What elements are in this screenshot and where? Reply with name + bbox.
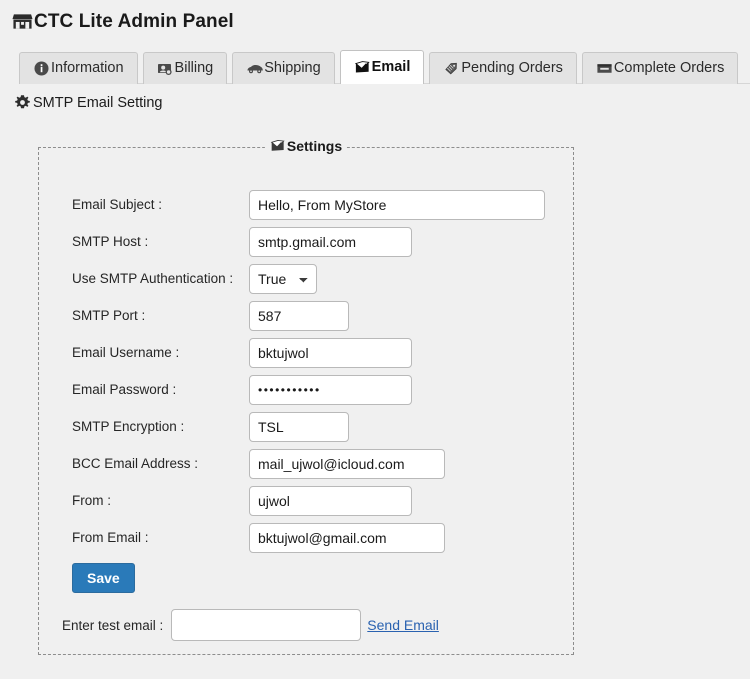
field-label: Use SMTP Authentication : [72,270,234,286]
tab-pending-orders[interactable]: Pending Orders [429,52,577,84]
field-label: SMTP Encryption : [72,418,185,434]
shipping-car-icon [246,60,264,77]
field-label: Email Password : [72,381,177,397]
field-row-from: From : [39,482,573,519]
field-row-smtp-authentication: Use SMTP Authentication : True False [39,260,573,297]
tab-information[interactable]: Information [19,52,138,84]
test-email-label: Enter test email : [62,617,164,633]
tab-label: Pending Orders [461,60,563,77]
field-row-from-email: From Email : [39,519,573,556]
tab-label: Billing [174,60,214,77]
settings-form: Email Subject : SMTP Host : Use SMTP Aut… [39,186,573,641]
send-email-link[interactable]: Send Email [367,617,439,633]
field-row-email-username: Email Username : [39,334,573,371]
tab-complete-orders[interactable]: Complete Orders [581,52,739,84]
field-row-email-password: Email Password : [39,371,573,408]
settings-fieldset: Settings Email Subject : SMTP Host : Use… [38,138,574,655]
tab-email[interactable]: Email [339,50,425,84]
field-label: From Email : [72,529,149,545]
app-title: CTC Lite Admin Panel [34,10,234,32]
fieldset-legend: Settings [264,138,348,154]
shop-icon [12,11,33,31]
bcc-email-address-input[interactable] [249,448,445,479]
field-label: From : [72,492,111,508]
billing-card-icon [157,60,174,77]
field-row-email-subject: Email Subject : [39,186,573,223]
gear-icon [14,94,31,111]
field-label: SMTP Port : [72,307,146,323]
field-label: Email Username : [72,344,180,360]
tags-icon [443,60,460,77]
test-email-input[interactable] [171,609,362,641]
archive-box-icon [596,60,613,77]
smtp-encryption-input[interactable] [249,411,349,442]
fieldset-legend-label: Settings [286,138,343,154]
field-row-smtp-host: SMTP Host : [39,223,573,260]
tab-label: Information [51,60,124,77]
email-subject-input[interactable] [249,189,545,220]
save-button[interactable]: Save [72,563,135,593]
field-row-bcc-email-address: BCC Email Address : [39,445,573,482]
section-heading: SMTP Email Setting [14,94,750,111]
email-username-input[interactable] [249,337,412,368]
section-heading-label: SMTP Email Setting [33,94,163,111]
tab-shipping[interactable]: Shipping [232,52,335,84]
save-row: Save [39,563,573,593]
field-label: Email Subject : [72,196,163,212]
test-email-row: Enter test email : Send Email [39,609,573,641]
field-row-smtp-port: SMTP Port : [39,297,573,334]
field-label: SMTP Host : [72,233,149,249]
from-input[interactable] [249,485,412,516]
info-icon [33,60,50,77]
tab-label: Shipping [264,60,321,77]
app-header: CTC Lite Admin Panel [0,0,750,36]
field-label: BCC Email Address : [72,455,199,471]
from-email-input[interactable] [249,522,445,553]
tab-label: Email [371,59,411,76]
tab-bar: Information Billing Shipping Email Pendi… [0,50,750,84]
tab-label: Complete Orders [613,60,725,77]
envelope-icon [354,59,371,76]
email-password-input[interactable] [249,374,412,405]
envelope-icon [270,138,286,154]
smtp-host-input[interactable] [249,226,412,257]
smtp-authentication-select[interactable]: True False [249,263,317,294]
smtp-port-input[interactable] [249,300,349,331]
tab-billing[interactable]: Billing [142,52,228,84]
field-row-smtp-encryption: SMTP Encryption : [39,408,573,445]
